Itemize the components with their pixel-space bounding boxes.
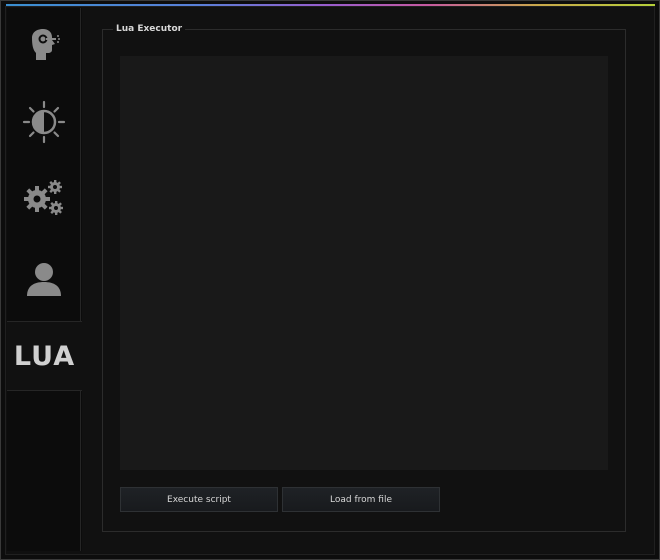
script-editor[interactable] <box>120 56 608 470</box>
group-title: Lua Executor <box>113 22 186 36</box>
half-sun-icon <box>22 100 65 144</box>
gears-icon <box>23 180 63 215</box>
tab-lua-label: LUA <box>13 340 76 372</box>
lua-executor-group: Lua Executor Execute script Load from fi… <box>102 22 626 532</box>
sidebar: LUA <box>7 8 82 551</box>
person-icon <box>26 262 61 296</box>
tab-visuals[interactable] <box>7 84 81 160</box>
tab-players[interactable] <box>7 236 81 321</box>
tab-lua[interactable]: LUA <box>7 321 82 391</box>
accent-gradient-bar <box>6 4 655 6</box>
execute-script-button[interactable]: Execute script <box>120 487 278 512</box>
app-window: LUA Lua Executor Execute script Load fro… <box>0 0 660 560</box>
sidebar-filler <box>7 391 81 551</box>
tab-rage[interactable] <box>7 8 81 84</box>
load-from-file-button[interactable]: Load from file <box>282 487 440 512</box>
tab-misc[interactable] <box>7 160 81 236</box>
main-content: Lua Executor Execute script Load from fi… <box>82 8 654 553</box>
head-target-icon <box>31 29 60 60</box>
